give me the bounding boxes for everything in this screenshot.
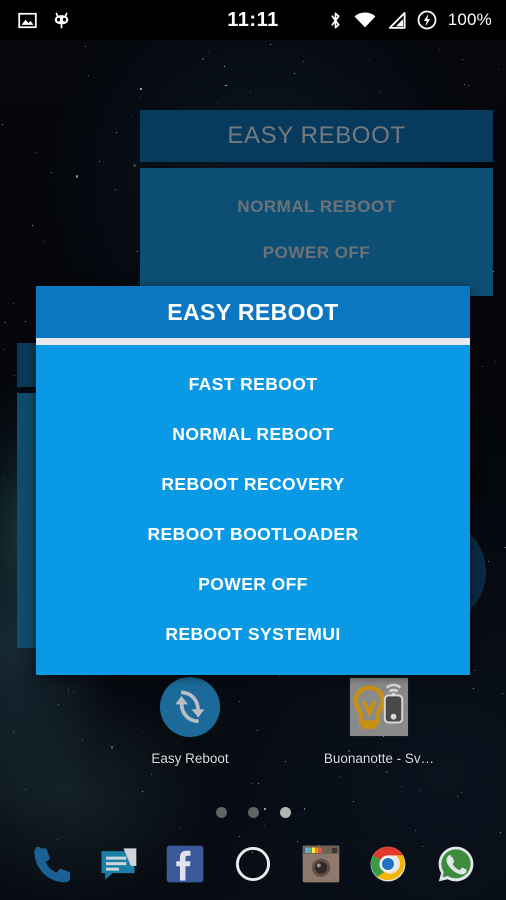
app-drawer-icon[interactable]: [229, 840, 277, 888]
app-label-buonanotte: Buonanotte - Sv…: [323, 751, 435, 766]
background-widget-header: EASY REBOOT: [140, 110, 493, 162]
sync-refresh-icon: [159, 676, 221, 743]
chrome-icon[interactable]: [364, 840, 412, 888]
status-bar[interactable]: 11:11 100%: [0, 0, 506, 40]
app-icon-easy-reboot[interactable]: Easy Reboot: [127, 676, 253, 766]
dialog-item-label: REBOOT BOOTLOADER: [147, 523, 359, 544]
wifi-icon: [354, 12, 376, 29]
dialog-item-power-off[interactable]: POWER OFF: [36, 559, 470, 609]
dialog-item-fast-reboot[interactable]: FAST REBOOT: [36, 359, 470, 409]
phone-icon[interactable]: [26, 840, 74, 888]
home-screen-icon-grid: Easy Reboot Buonanotte - Sv…: [0, 676, 506, 784]
dialog-item-label: NORMAL REBOOT: [172, 423, 334, 444]
dialog-item-reboot-systemui[interactable]: REBOOT SYSTEMUI: [36, 609, 470, 659]
background-widget-body: NORMAL REBOOT POWER OFF: [140, 168, 493, 296]
dialog-item-label: REBOOT RECOVERY: [161, 473, 345, 494]
dialog-item-label: FAST REBOOT: [188, 373, 318, 394]
app-label-easy-reboot: Easy Reboot: [151, 751, 229, 766]
dialog-divider: [36, 338, 470, 345]
status-bar-right-icons: 100%: [328, 10, 492, 30]
app-icon-buonanotte[interactable]: Buonanotte - Sv…: [316, 676, 442, 766]
background-widget-item-label: NORMAL REBOOT: [237, 197, 396, 216]
whatsapp-icon[interactable]: [432, 840, 480, 888]
background-widget-item-normal-reboot[interactable]: NORMAL REBOOT: [140, 184, 493, 230]
dialog-title: EASY REBOOT: [167, 298, 339, 325]
bluetooth-icon: [328, 11, 343, 30]
dialog-item-label: REBOOT SYSTEMUI: [165, 623, 341, 644]
background-widget-title: EASY REBOOT: [227, 122, 406, 149]
messaging-icon[interactable]: [94, 840, 142, 888]
dialog-item-reboot-bootloader[interactable]: REBOOT BOOTLOADER: [36, 509, 470, 559]
battery-percentage: 100%: [447, 10, 492, 29]
page-dot-1[interactable]: [215, 807, 227, 818]
page-indicator: [0, 807, 506, 818]
background-widget-item-label: POWER OFF: [262, 243, 371, 262]
page-dot-2[interactable]: [247, 807, 259, 818]
dock: [0, 827, 506, 900]
background-widget-item-power-off[interactable]: POWER OFF: [140, 230, 493, 276]
instagram-icon[interactable]: [297, 840, 345, 888]
dialog-item-reboot-recovery[interactable]: REBOOT RECOVERY: [36, 459, 470, 509]
dialog-menu-list: FAST REBOOT NORMAL REBOOT REBOOT RECOVER…: [36, 345, 470, 675]
dialog-header: EASY REBOOT: [36, 286, 470, 338]
lightbulb-phone-icon: [348, 676, 410, 743]
easy-reboot-dialog: EASY REBOOT FAST REBOOT NORMAL REBOOT RE…: [36, 286, 470, 675]
cellular-signal-icon: [387, 11, 406, 29]
background-widget-easy-reboot[interactable]: EASY REBOOT NORMAL REBOOT POWER OFF: [140, 110, 493, 296]
dialog-item-label: POWER OFF: [198, 573, 308, 594]
facebook-icon[interactable]: [161, 840, 209, 888]
battery-charging-icon: [417, 10, 437, 30]
page-dot-3[interactable]: [279, 807, 291, 818]
dialog-item-normal-reboot[interactable]: NORMAL REBOOT: [36, 409, 470, 459]
